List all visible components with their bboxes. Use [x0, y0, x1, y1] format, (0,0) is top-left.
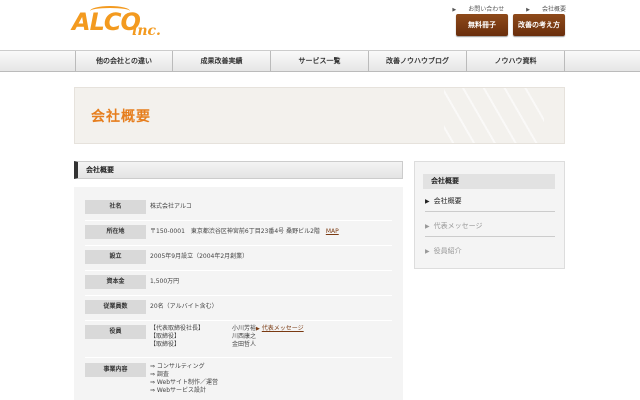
row-value: 2005年9月設立（2004年2月創業） — [150, 253, 249, 260]
improvement-approach-button[interactable]: 改善の考え方 — [513, 14, 565, 36]
sidebar-item-message[interactable]: ▶ 代表メッセージ — [425, 215, 555, 237]
nav-item-difference[interactable]: 他の会社との違い — [75, 51, 172, 72]
page-banner: 会社概要 — [74, 87, 565, 144]
officer-title: 【取締役】 — [150, 341, 181, 348]
officer-names: 小川芳裕 川西康之 金田哲人 — [232, 325, 256, 349]
row-value: 20名（アルバイト含む） — [150, 303, 218, 310]
nav-item-materials[interactable]: ノウハウ資料 — [466, 51, 565, 72]
free-booklet-button[interactable]: 無料冊子 — [456, 14, 508, 36]
logo-main-text: ALCO — [72, 8, 141, 36]
row-label: 所在地 — [85, 225, 146, 239]
global-nav: 他の会社との違い 成果改善実績 サービス一覧 改善ノウハウブログ ノウハウ資料 — [0, 50, 640, 72]
address-text: 〒150-0001 東京都渋谷区神宮前6丁目23番4号 桑野ビル2階 — [150, 228, 320, 235]
officer-name: 川西康之 — [232, 333, 257, 340]
sidebar-item-label: 役員紹介 — [433, 247, 462, 255]
nav-item-results[interactable]: 成果改善実績 — [172, 51, 270, 72]
contact-link[interactable]: ▶ お問い合わせ — [442, 6, 504, 13]
triangle-right-icon: ▶ — [452, 7, 457, 13]
sidebar-item-label: 会社概要 — [433, 197, 462, 205]
officer-title: 【取締役】 — [150, 333, 181, 340]
business-item: ⇒ コンサルティング — [150, 363, 205, 370]
sidebar-item-officers[interactable]: ▶ 役員紹介 — [425, 240, 555, 262]
row-label: 従業員数 — [85, 300, 146, 314]
logo-sub-text: inc. — [132, 23, 161, 39]
sidebar-item-label: 代表メッセージ — [433, 222, 483, 230]
business-item: ⇒ Webサービス設計 — [150, 387, 207, 394]
row-value: 1,500万円 — [150, 278, 180, 285]
nav-item-services[interactable]: サービス一覧 — [270, 51, 368, 72]
business-list: ⇒ コンサルティング ⇒ 調査 ⇒ Webサイト制作／運営 ⇒ Webサービス設… — [150, 363, 218, 395]
row-label: 設立 — [85, 250, 146, 264]
triangle-right-icon: ▶ — [256, 326, 260, 332]
contact-link-label: お問い合わせ — [468, 6, 505, 13]
row-divider — [85, 357, 392, 358]
page-title: 会社概要 — [91, 109, 151, 125]
banner-chevron-pattern — [444, 88, 544, 143]
sidebar-heading: 会社概要 — [423, 174, 555, 189]
triangle-right-icon: ▶ — [425, 198, 430, 205]
triangle-right-icon: ▶ — [526, 7, 530, 13]
row-label: 事業内容 — [85, 363, 146, 377]
sidebar-item-company[interactable]: ▶ 会社概要 — [425, 190, 555, 212]
sidebar: 会社概要 ▶ 会社概要 ▶ 代表メッセージ ▶ 役員紹介 — [414, 161, 565, 269]
row-divider — [85, 220, 392, 221]
row-label: 資本金 — [85, 275, 146, 289]
row-label: 役員 — [85, 325, 146, 339]
ceo-message-link[interactable]: ▶ 代表メッセージ — [256, 325, 304, 333]
row-divider — [85, 320, 392, 321]
company-info-table: 社名 株式会社アルコ 所在地 〒150-0001 東京都渋谷区神宮前6丁目23番… — [74, 187, 403, 400]
officer-name: 小川芳裕 — [232, 325, 257, 332]
company-link-label: 会社概要 — [541, 6, 566, 13]
officer-name: 金田哲人 — [232, 341, 257, 348]
officer-title: 【代表取締役社長】 — [150, 325, 205, 332]
top-links: ▶ お問い合わせ ▶ 会社概要 — [432, 4, 566, 13]
row-divider — [85, 270, 392, 271]
row-value: 〒150-0001 東京都渋谷区神宮前6丁目23番4号 桑野ビル2階 MAP — [150, 228, 339, 236]
ceo-message-link-label: 代表メッセージ — [261, 325, 304, 332]
officer-titles: 【代表取締役社長】 【取締役】 【取締役】 — [150, 325, 204, 349]
company-link[interactable]: ▶ 会社概要 — [516, 6, 566, 13]
nav-item-blog[interactable]: 改善ノウハウブログ — [368, 51, 466, 72]
row-label: 社名 — [85, 200, 146, 214]
business-item: ⇒ 調査 — [150, 371, 169, 378]
business-item: ⇒ Webサイト制作／運営 — [150, 379, 219, 386]
header: ALCO inc. ▶ お問い合わせ ▶ 会社概要 無料冊子 改善の考え方 — [0, 0, 640, 50]
alco-logo[interactable]: ALCO inc. — [72, 4, 172, 44]
triangle-right-icon: ▶ — [425, 223, 430, 230]
triangle-right-icon: ▶ — [425, 248, 430, 255]
row-divider — [85, 295, 392, 296]
row-value: 株式会社アルコ — [150, 203, 192, 210]
map-link[interactable]: MAP — [326, 228, 339, 235]
section-heading: 会社概要 — [74, 161, 403, 179]
row-divider — [85, 245, 392, 246]
